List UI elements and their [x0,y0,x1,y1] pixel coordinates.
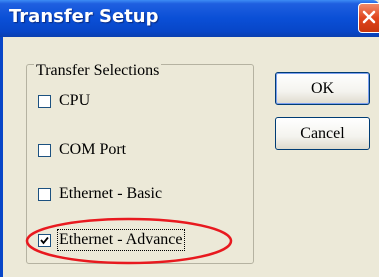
checkmark-icon [40,236,49,244]
close-button[interactable] [358,3,379,33]
checkbox-row-ethernet-basic[interactable]: Ethernet - Basic [38,184,162,204]
checkbox-row-ethernet-advance[interactable]: Ethernet - Advance [38,229,185,251]
checkbox-label-ethernet-advance: Ethernet - Advance [57,229,185,251]
checkbox-com-port[interactable] [38,143,51,157]
transfer-setup-dialog: Transfer Setup Transfer Selections CPU C… [0,0,379,277]
checkbox-ethernet-advance[interactable] [38,233,51,247]
title-bar[interactable]: Transfer Setup [0,0,379,37]
ok-button[interactable]: OK [275,72,370,105]
cancel-button[interactable]: Cancel [275,117,370,150]
checkbox-label-ethernet-basic: Ethernet - Basic [59,185,163,202]
checkbox-row-cpu[interactable]: CPU [38,91,90,111]
checkbox-label-cpu: CPU [59,92,91,109]
dialog-title: Transfer Setup [9,6,159,27]
checkbox-cpu[interactable] [38,94,51,108]
checkbox-label-com-port: COM Port [59,141,127,158]
checkbox-row-com-port[interactable]: COM Port [38,140,126,160]
checkbox-ethernet-basic[interactable] [38,187,51,201]
close-icon [362,10,376,24]
group-legend: Transfer Selections [34,62,162,80]
